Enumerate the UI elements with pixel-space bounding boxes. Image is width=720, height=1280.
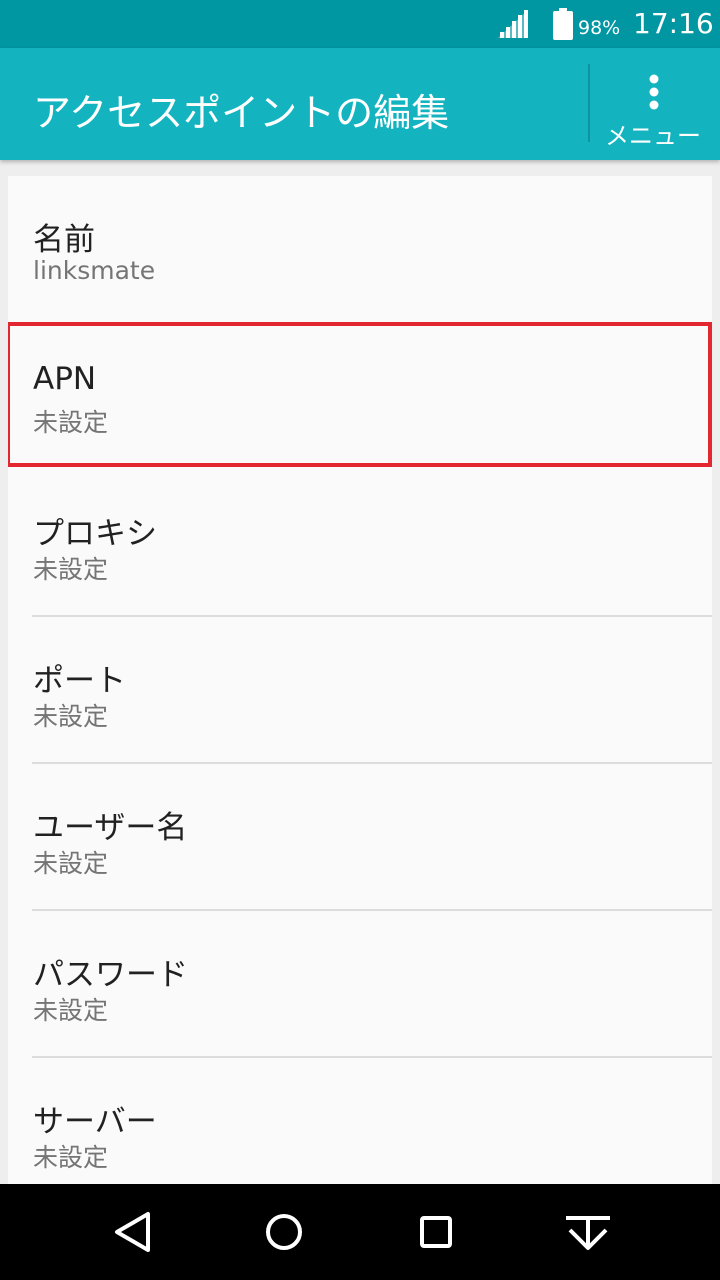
setting-proxy[interactable]: プロキシ 未設定 bbox=[8, 470, 712, 617]
navigation-bar bbox=[0, 1184, 720, 1280]
clock: 17:16 bbox=[633, 7, 714, 40]
hide-nav-icon[interactable] bbox=[556, 1200, 620, 1264]
signal-icon bbox=[498, 10, 528, 38]
setting-title: サーバー bbox=[33, 1104, 157, 1140]
setting-title: プロキシ bbox=[33, 516, 157, 552]
home-icon[interactable] bbox=[252, 1200, 316, 1264]
battery-icon bbox=[553, 8, 573, 40]
more-vert-icon bbox=[649, 74, 659, 110]
setting-summary: 未設定 bbox=[33, 408, 109, 437]
setting-server[interactable]: サーバー 未設定 bbox=[8, 1058, 712, 1184]
menu-button[interactable]: メニュー bbox=[592, 48, 720, 160]
setting-summary: 未設定 bbox=[33, 555, 109, 584]
setting-title: ユーザー名 bbox=[33, 810, 188, 846]
setting-title: 名前 bbox=[33, 222, 95, 258]
recents-icon[interactable] bbox=[404, 1200, 468, 1264]
setting-summary: 未設定 bbox=[33, 996, 109, 1025]
setting-summary: 未設定 bbox=[33, 1143, 109, 1172]
back-icon[interactable] bbox=[100, 1200, 164, 1264]
setting-name[interactable]: 名前 linksmate bbox=[8, 176, 712, 323]
app-bar-divider bbox=[588, 64, 590, 142]
menu-label: メニュー bbox=[605, 122, 701, 150]
setting-apn[interactable]: APN 未設定 bbox=[8, 323, 712, 470]
setting-title: APN bbox=[33, 361, 97, 397]
setting-summary: linksmate bbox=[33, 256, 156, 285]
status-bar: 98% 17:16 bbox=[0, 0, 720, 48]
setting-summary: 未設定 bbox=[33, 849, 109, 878]
setting-password[interactable]: パスワード 未設定 bbox=[8, 911, 712, 1058]
settings-list: 名前 linksmate APN 未設定 プロキシ 未設定 ポート 未設定 ユー… bbox=[8, 176, 712, 1184]
setting-title: パスワード bbox=[33, 957, 188, 993]
setting-port[interactable]: ポート 未設定 bbox=[8, 617, 712, 764]
setting-summary: 未設定 bbox=[33, 702, 109, 731]
page-title: アクセスポイントの編集 bbox=[33, 91, 450, 135]
setting-title: ポート bbox=[33, 663, 126, 699]
app-bar: アクセスポイントの編集 メニュー bbox=[0, 48, 720, 160]
battery-percent: 98% bbox=[578, 17, 621, 39]
setting-username[interactable]: ユーザー名 未設定 bbox=[8, 764, 712, 911]
